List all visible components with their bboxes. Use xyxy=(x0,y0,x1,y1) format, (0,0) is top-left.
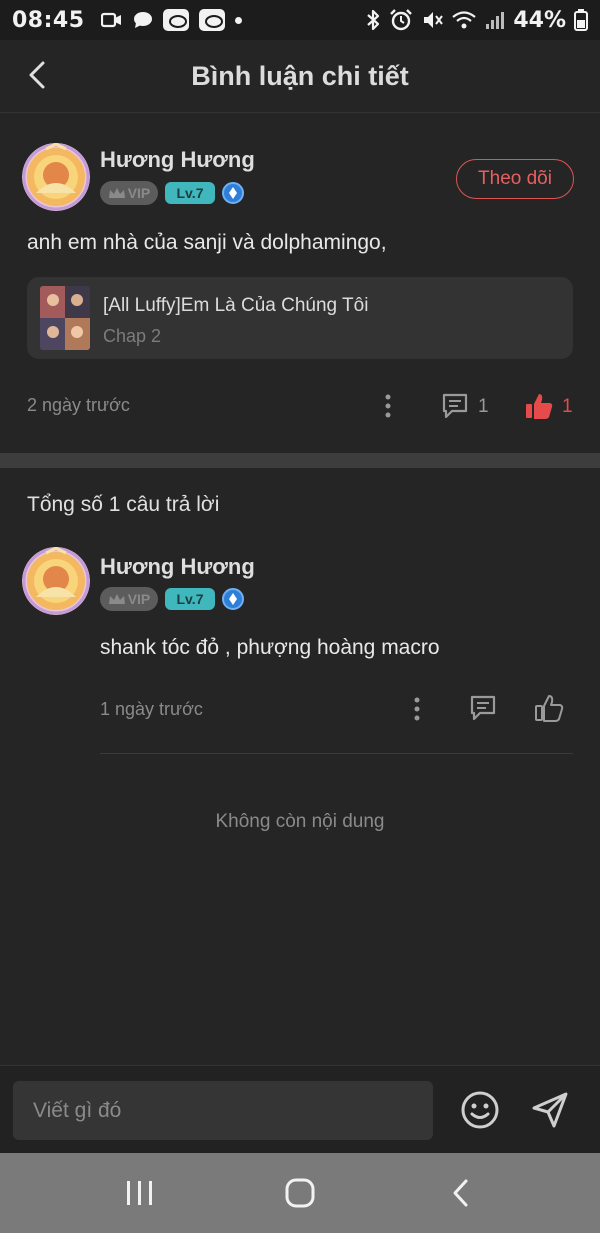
chevron-left-icon xyxy=(29,61,45,89)
vip-badge: VIP xyxy=(100,587,158,611)
crown-icon xyxy=(108,594,125,604)
more-vertical-icon xyxy=(414,697,420,721)
chapter-subtitle: Chap 2 xyxy=(103,326,162,346)
replies-title: Tổng số 1 câu trả lời xyxy=(27,493,220,516)
like-count: 1 xyxy=(562,396,573,417)
dot-icon xyxy=(234,16,242,24)
status-left-icons xyxy=(100,9,242,31)
home-icon xyxy=(285,1178,315,1208)
back-button[interactable] xyxy=(20,58,54,92)
chapter-thumbnail xyxy=(40,286,90,350)
comment-input[interactable]: Viết gì đó xyxy=(13,1081,433,1140)
comment-icon xyxy=(442,393,468,419)
comment-icon xyxy=(470,695,496,721)
system-nav-bar xyxy=(0,1153,600,1233)
more-vertical-icon xyxy=(385,394,391,418)
vip-label: VIP xyxy=(127,185,151,201)
user-badges: VIP Lv.7 xyxy=(100,181,244,205)
chapter-card[interactable]: [All Luffy]Em Là Của Chúng Tôi Chap 2 xyxy=(27,277,573,359)
send-icon xyxy=(532,1092,568,1128)
chevron-left-icon xyxy=(453,1179,468,1207)
reply-like-button[interactable] xyxy=(532,691,566,725)
home-button[interactable] xyxy=(270,1163,330,1223)
thumbs-up-icon xyxy=(535,695,564,722)
chapter-title: [All Luffy]Em Là Của Chúng Tôi xyxy=(103,295,369,316)
page-title: Bình luận chi tiết xyxy=(191,60,409,91)
follow-button[interactable]: Theo dõi xyxy=(456,159,574,199)
end-of-content-text: Không còn nội dung xyxy=(215,811,385,832)
section-divider xyxy=(0,453,600,468)
chat-bubble-icon xyxy=(133,11,153,29)
bluetooth-icon xyxy=(365,9,381,31)
reply-time: 1 ngày trước xyxy=(100,699,203,719)
send-button[interactable] xyxy=(528,1088,572,1132)
comment-time: 2 ngày trước xyxy=(27,395,130,415)
reply-user-badges: VIP Lv.7 xyxy=(100,587,244,611)
battery-icon xyxy=(574,9,588,31)
vip-label: VIP xyxy=(127,591,151,607)
vip-badge: VIP xyxy=(100,181,158,205)
wifi-icon xyxy=(451,10,477,30)
emoji-icon xyxy=(461,1091,499,1129)
gem-badge-icon xyxy=(222,182,244,204)
system-back-button[interactable] xyxy=(430,1163,490,1223)
gem-badge-icon xyxy=(222,588,244,610)
status-time: 08:45 xyxy=(12,7,85,33)
alarm-icon xyxy=(389,9,413,31)
app-notification-icon xyxy=(198,9,225,31)
crown-icon xyxy=(108,188,125,198)
like-button[interactable] xyxy=(522,389,556,423)
more-options-button[interactable] xyxy=(374,391,402,421)
status-bar: 08:45 44% xyxy=(0,0,600,40)
level-badge: Lv.7 xyxy=(165,182,215,204)
reply-count: 1 xyxy=(478,396,489,417)
reply-reply-button[interactable] xyxy=(466,691,500,725)
emoji-button[interactable] xyxy=(458,1088,502,1132)
header-bar: Bình luận chi tiết xyxy=(0,40,600,113)
main-comment: Hương Hương VIP Lv.7 Theo dõi anh em nhà… xyxy=(0,113,600,453)
reply-text: shank tóc đỏ , phượng hoàng macro xyxy=(100,636,440,659)
video-camera-icon xyxy=(100,11,123,29)
avatar[interactable] xyxy=(22,143,90,211)
thumbs-up-filled-icon xyxy=(526,394,553,419)
recent-apps-button[interactable] xyxy=(110,1163,170,1223)
reply-more-options-button[interactable] xyxy=(403,694,431,724)
recent-apps-icon xyxy=(127,1181,152,1205)
battery-percent: 44% xyxy=(513,7,566,33)
status-right-icons: 44% xyxy=(365,8,588,33)
signal-icon xyxy=(485,10,505,30)
app-notification-icon xyxy=(162,9,189,31)
reply-divider xyxy=(100,753,573,754)
level-badge: Lv.7 xyxy=(165,588,215,610)
composer-bar: Viết gì đó xyxy=(0,1065,600,1153)
avatar[interactable] xyxy=(22,547,90,615)
reply-button[interactable] xyxy=(438,389,472,423)
reply-user-name[interactable]: Hương Hương xyxy=(100,554,255,580)
user-name[interactable]: Hương Hương xyxy=(100,147,255,173)
mute-icon xyxy=(421,9,444,31)
comment-text: anh em nhà của sanji và dolphamingo, xyxy=(27,231,387,254)
